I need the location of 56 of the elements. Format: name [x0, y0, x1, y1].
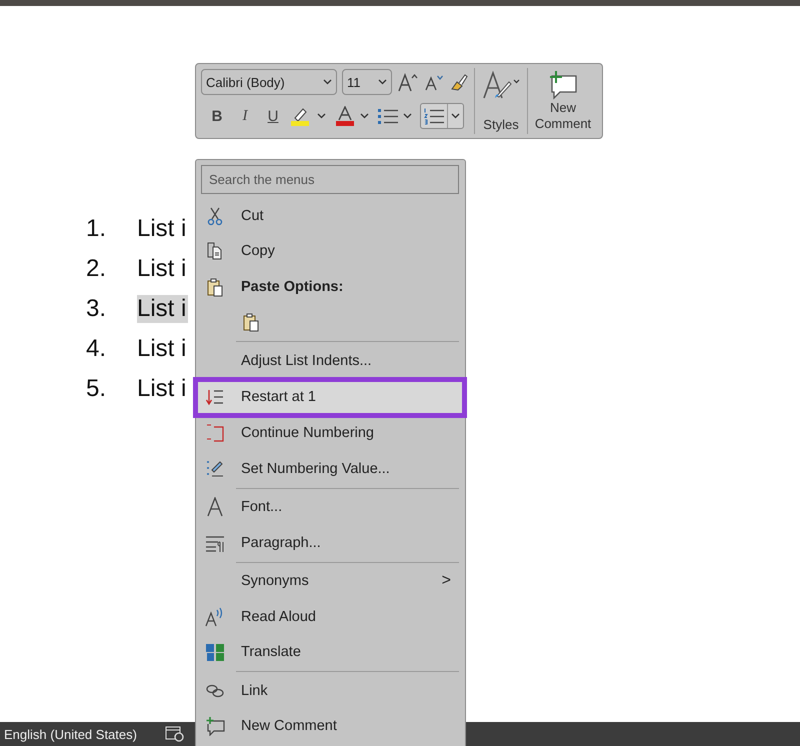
list-number: 4.	[86, 335, 108, 363]
clipboard-icon	[205, 276, 225, 297]
format-toggle[interactable]: B	[205, 104, 229, 128]
comment-icon	[205, 716, 225, 736]
font-color-icon[interactable]	[334, 106, 356, 126]
menu-item[interactable]: New Comment	[201, 708, 459, 744]
list-number: 3.	[86, 295, 108, 323]
styles-button[interactable]: Styles	[475, 68, 528, 134]
format-painter-icon[interactable]	[449, 73, 469, 91]
list-item-text: List i	[137, 295, 188, 323]
caret-icon[interactable]	[317, 113, 326, 119]
continue-numbering-icon	[205, 423, 225, 444]
list-item-text: List i	[137, 215, 188, 243]
numbering-value-icon	[205, 458, 225, 479]
scissors-icon	[205, 206, 225, 226]
new-comment-button[interactable]: New Comment	[528, 68, 598, 134]
caret-icon	[323, 79, 332, 85]
list-number: 5.	[86, 375, 108, 403]
menu-item[interactable]: Link	[201, 673, 459, 708]
menu-item[interactable]: Translate	[201, 634, 459, 670]
read-aloud-icon	[205, 606, 225, 627]
search-field[interactable]: Search the menus	[201, 165, 459, 194]
caret-icon[interactable]	[360, 113, 369, 119]
menu-item[interactable]: Read Aloud	[201, 599, 459, 634]
menu-section: Paste Options:	[201, 269, 459, 304]
menu-item[interactable]: Continue Numbering	[201, 416, 459, 451]
grow-font-icon[interactable]	[397, 72, 419, 92]
menu-item[interactable]: Set Numbering Value...	[201, 451, 459, 486]
list-number: 2.	[86, 255, 108, 283]
list-item-text: List i	[137, 335, 188, 363]
list-item-text: List i	[137, 375, 188, 403]
format-toggle[interactable]: U	[261, 104, 285, 128]
format-toggle[interactable]: I	[233, 104, 257, 128]
menu-item[interactable]: Font...	[201, 490, 459, 525]
menu-item[interactable]: Copy	[201, 234, 459, 269]
shrink-font-icon[interactable]	[424, 73, 444, 91]
language-label[interactable]: English (United States)	[4, 726, 137, 742]
menu-item[interactable]: Adjust List Indents...	[201, 343, 459, 378]
font-size-dropdown[interactable]: 11	[342, 69, 392, 95]
menu-item[interactable]: Paragraph...	[201, 525, 459, 560]
caret-icon[interactable]	[403, 113, 412, 119]
caret-icon	[378, 79, 387, 85]
menu-item[interactable]: Synonyms >	[201, 564, 459, 599]
styles-icon	[481, 70, 521, 100]
font-icon	[205, 497, 225, 518]
restart-numbering-icon	[205, 387, 225, 407]
numbering-button[interactable]	[420, 103, 464, 129]
list-item-text: List i	[137, 255, 188, 283]
menu-item[interactable]: Cut	[201, 198, 459, 234]
list-number: 1.	[86, 215, 108, 243]
caret-icon	[451, 113, 460, 119]
clipboard-icon	[241, 312, 261, 332]
menu-item[interactable]: Restart at 1	[197, 380, 463, 414]
font-dropdown[interactable]: Calibri (Body)	[201, 69, 337, 95]
bullet-list-icon[interactable]	[377, 107, 399, 125]
numbered-list-icon	[423, 107, 445, 125]
